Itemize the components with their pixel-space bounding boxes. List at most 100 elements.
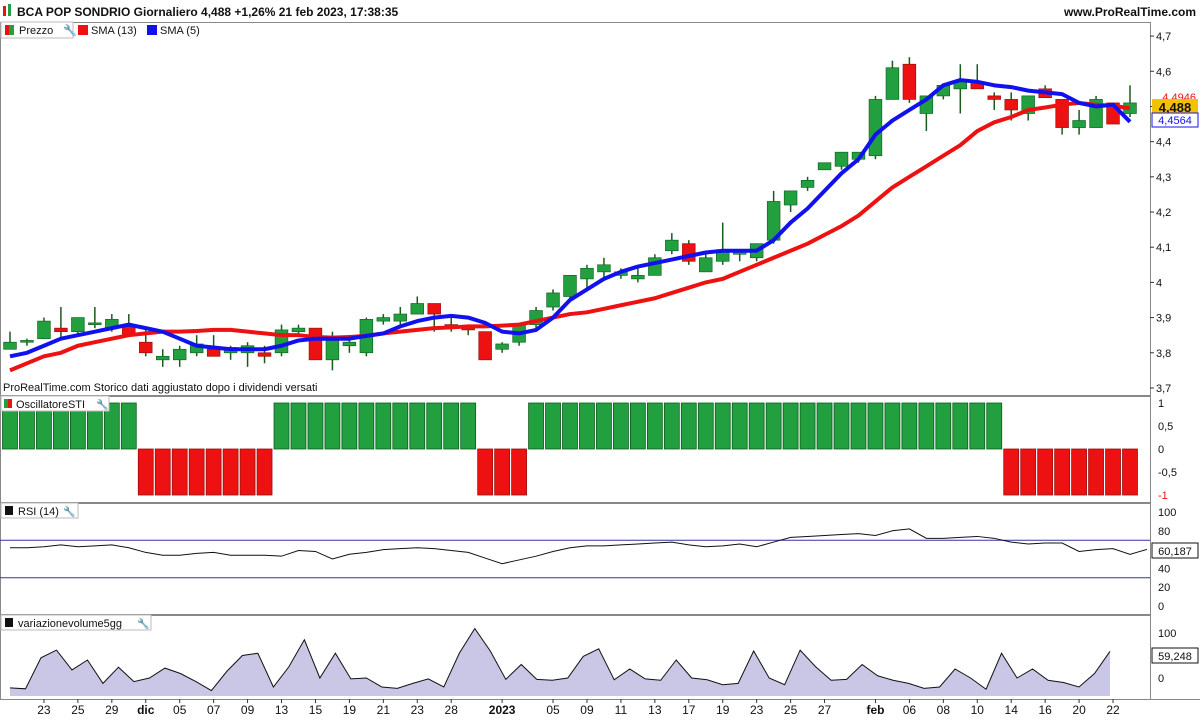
candle[interactable] bbox=[682, 240, 696, 265]
price-legend: Prezzo 🔧 SMA (13) SMA (5) bbox=[0, 21, 200, 39]
sti-bar bbox=[392, 402, 409, 450]
x-tick-label: 23 bbox=[750, 703, 764, 717]
candle-body bbox=[563, 275, 577, 297]
sti-bar bbox=[799, 402, 816, 450]
price-tick-label: 3,8 bbox=[1156, 348, 1171, 360]
x-tick-label: 08 bbox=[937, 703, 951, 717]
x-tick-label: 06 bbox=[903, 703, 917, 717]
sti-bar bbox=[1003, 448, 1020, 496]
candle-body bbox=[20, 340, 34, 343]
candle-body bbox=[71, 317, 85, 333]
candle[interactable] bbox=[868, 95, 883, 160]
price-tick-label: 3,7 bbox=[1156, 383, 1171, 395]
sti-bar bbox=[358, 402, 375, 450]
sma5-legend-label: SMA (5) bbox=[160, 25, 200, 37]
sti-bar bbox=[494, 448, 511, 496]
x-tick-label: 13 bbox=[648, 703, 662, 717]
sti-bar bbox=[833, 402, 850, 450]
candle-body bbox=[902, 63, 917, 100]
candle[interactable] bbox=[308, 327, 323, 361]
candle-body bbox=[376, 317, 391, 322]
candle-body bbox=[631, 275, 645, 280]
candle-body bbox=[1072, 120, 1086, 128]
x-tick-label: 16 bbox=[1038, 703, 1052, 717]
candle-body bbox=[172, 348, 187, 361]
price-y-axis: 4,74,64,54,44,34,24,143,93,83,7 bbox=[1150, 31, 1171, 395]
rsi-y-axis: 100 80 40 20 0 bbox=[1158, 507, 1176, 613]
rsi-tick-label: 80 bbox=[1158, 526, 1170, 538]
wrench-icon[interactable]: 🔧 bbox=[137, 617, 149, 630]
sti-bar bbox=[324, 402, 341, 450]
candle[interactable] bbox=[902, 57, 917, 103]
x-tick-label: 25 bbox=[784, 703, 798, 717]
sma13-legend-swatch bbox=[78, 25, 88, 35]
candle-body bbox=[54, 327, 68, 333]
sti-bar bbox=[697, 402, 714, 450]
sti-tick-label: 0,5 bbox=[1158, 421, 1173, 433]
sti-bar bbox=[256, 448, 273, 496]
volume-legend-label: variazionevolume5gg bbox=[18, 618, 122, 630]
candle[interactable] bbox=[817, 162, 832, 171]
sti-bar bbox=[188, 448, 205, 496]
sti-bar bbox=[443, 402, 460, 450]
candle-body bbox=[495, 343, 509, 350]
sti-bar bbox=[613, 402, 629, 450]
x-tick-label: 27 bbox=[818, 703, 832, 717]
x-tick-label: 25 bbox=[71, 703, 85, 717]
wrench-icon[interactable]: 🔧 bbox=[96, 398, 108, 411]
rsi-tick-label: 100 bbox=[1158, 507, 1176, 519]
candle-body bbox=[37, 320, 51, 340]
site-label[interactable]: www.ProRealTime.com bbox=[1063, 5, 1196, 19]
x-tick-label: 07 bbox=[207, 703, 221, 717]
sti-bar bbox=[952, 402, 969, 450]
candle-body bbox=[156, 355, 170, 361]
sti-bar bbox=[969, 402, 986, 450]
x-tick-label: 17 bbox=[682, 703, 696, 717]
price-tick-label: 4,4 bbox=[1156, 137, 1171, 149]
sti-tick-label: -0,5 bbox=[1158, 467, 1177, 479]
volume-tick-label: 0 bbox=[1158, 673, 1164, 685]
volume-legend: variazionevolume5gg 🔧 bbox=[0, 614, 152, 631]
sti-bar bbox=[1122, 448, 1138, 496]
sti-bar bbox=[935, 402, 952, 450]
sma5-value-label: 4,4564 bbox=[1158, 115, 1192, 127]
sti-bar bbox=[714, 402, 731, 450]
wrench-icon[interactable]: 🔧 bbox=[63, 505, 75, 518]
rsi-value-label: 60,187 bbox=[1158, 546, 1192, 558]
x-tick-label: 09 bbox=[241, 703, 255, 717]
price-legend-label: Prezzo bbox=[19, 25, 53, 37]
sti-bar bbox=[731, 402, 748, 450]
sti-bar bbox=[646, 402, 663, 450]
sti-tick-label: 0 bbox=[1158, 444, 1164, 456]
chart-window: 4,74,64,54,44,34,24,143,93,83,7 10,50-0,… bbox=[0, 0, 1200, 720]
sti-bar bbox=[901, 402, 918, 450]
sti-bar bbox=[222, 448, 239, 496]
volume-value-label: 59,248 bbox=[1158, 651, 1192, 663]
x-tick-label: 11 bbox=[615, 703, 628, 717]
price-tick-label: 4,2 bbox=[1156, 207, 1171, 219]
candle-body bbox=[291, 327, 306, 333]
rsi-tick-label: 0 bbox=[1158, 601, 1164, 613]
sti-bar bbox=[341, 402, 358, 450]
volume-tick-label: 100 bbox=[1158, 628, 1176, 640]
rsi-badge: 60,187 bbox=[1151, 542, 1199, 559]
price-legend-swatch-up bbox=[9, 25, 14, 35]
candle-body bbox=[308, 327, 323, 361]
sti-bar bbox=[782, 402, 799, 450]
rsi-tick-label: 40 bbox=[1158, 563, 1170, 575]
candle[interactable] bbox=[1089, 95, 1103, 128]
x-tick-label: 15 bbox=[309, 703, 323, 717]
price-tick-label: 4,6 bbox=[1156, 66, 1171, 78]
sti-bar bbox=[680, 402, 697, 450]
x-tick-label: 20 bbox=[1072, 703, 1086, 717]
sti-bar bbox=[205, 448, 222, 496]
price-tick-label: 4 bbox=[1156, 277, 1162, 289]
x-tick-label: 19 bbox=[343, 703, 357, 717]
sma5-legend-swatch bbox=[147, 25, 157, 35]
sti-bar bbox=[477, 448, 494, 496]
sti-bar bbox=[426, 402, 443, 450]
wrench-icon[interactable]: 🔧 bbox=[63, 23, 77, 37]
candle[interactable] bbox=[478, 331, 492, 361]
x-tick-label: 05 bbox=[546, 703, 560, 717]
price-tick-label: 4,1 bbox=[1156, 242, 1171, 254]
